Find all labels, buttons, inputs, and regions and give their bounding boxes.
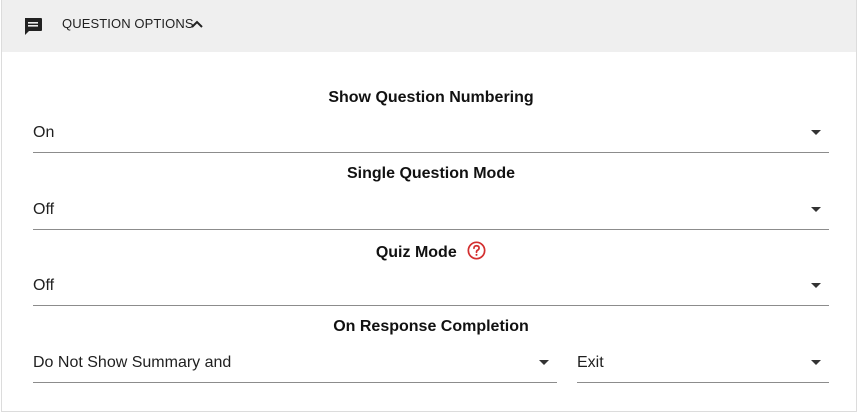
quiz-mode-label-row: Quiz Mode (2, 241, 858, 262)
panel-header[interactable]: QUESTION OPTIONS (2, 0, 856, 52)
single-question-mode-label: Single Question Mode (346, 165, 515, 182)
question-options-panel: QUESTION OPTIONS Show Question Numbering… (1, 0, 857, 412)
dropdown-arrow-icon (811, 130, 821, 135)
dropdown-arrow-icon (811, 207, 821, 212)
chevron-up-icon[interactable] (190, 19, 204, 29)
quiz-mode-label: Quiz Mode (375, 244, 457, 261)
select-value: On (33, 124, 55, 141)
dropdown-arrow-icon (811, 283, 821, 288)
comment-icon (25, 18, 42, 35)
completion-action-select[interactable]: Exit (577, 350, 829, 383)
quiz-mode-select[interactable]: Off (33, 273, 829, 306)
help-circle-icon[interactable] (467, 241, 486, 260)
select-value: Do Not Show Summary and (33, 354, 232, 371)
panel-title: QUESTION OPTIONS (62, 16, 194, 31)
show-question-numbering-label: Show Question Numbering (328, 89, 534, 106)
dropdown-arrow-icon (811, 360, 821, 365)
completion-summary-select[interactable]: Do Not Show Summary and (33, 350, 557, 383)
select-value: Off (33, 277, 55, 294)
select-value: Exit (577, 354, 604, 371)
dropdown-arrow-icon (539, 360, 549, 365)
select-value: Off (33, 201, 55, 218)
show-question-numbering-select[interactable]: On (33, 120, 829, 153)
single-question-mode-select[interactable]: Off (33, 197, 829, 230)
on-response-completion-label: On Response Completion (333, 318, 529, 335)
